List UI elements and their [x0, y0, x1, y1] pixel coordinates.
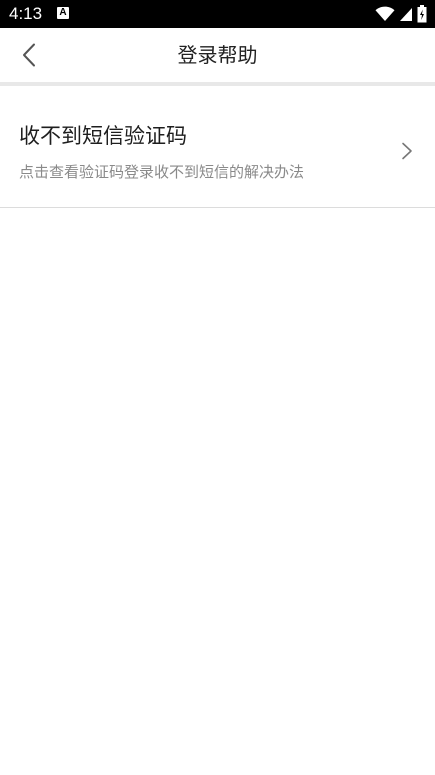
- chevron-right-icon: [402, 142, 412, 160]
- help-item-title: 收不到短信验证码: [19, 124, 187, 148]
- item-divider: [0, 207, 435, 208]
- status-time: 4:13: [9, 4, 43, 23]
- wifi-icon: [375, 6, 395, 21]
- status-icons: [375, 5, 427, 23]
- page-title: 登录帮助: [177, 43, 258, 67]
- cell-signal-icon: [400, 8, 412, 21]
- help-item-no-sms-code[interactable]: 收不到短信验证码 点击查看验证码登录收不到短信的解决办法: [0, 86, 435, 207]
- a-notification-icon: A: [57, 7, 69, 19]
- nav-bar: 登录帮助: [0, 28, 435, 82]
- status-bar: 4:13 A: [0, 0, 435, 28]
- help-item-description: 点击查看验证码登录收不到短信的解决办法: [19, 163, 305, 181]
- battery-icon: [417, 5, 427, 23]
